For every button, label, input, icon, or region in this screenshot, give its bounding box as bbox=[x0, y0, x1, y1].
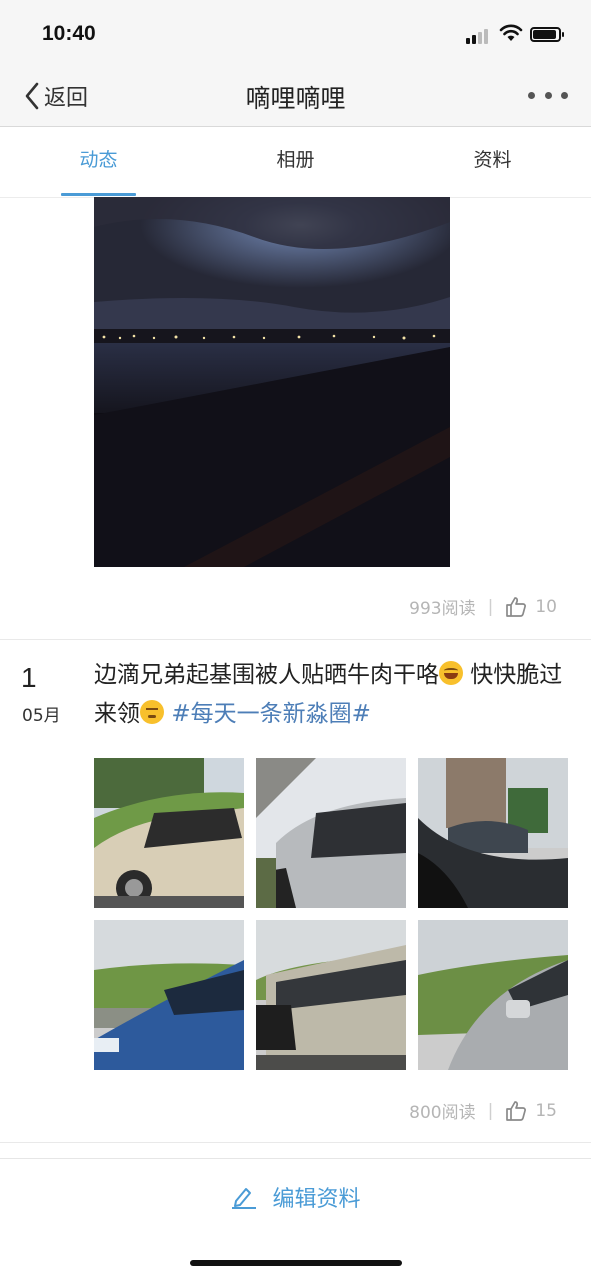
thinking-emoji-icon bbox=[140, 700, 164, 724]
wifi-icon bbox=[499, 24, 523, 41]
tab-profile[interactable]: 资料 bbox=[394, 127, 591, 197]
read-count: 800阅读 bbox=[409, 1103, 476, 1123]
status-time: 10:40 bbox=[42, 22, 96, 45]
thumbs-up-icon bbox=[506, 596, 527, 617]
edit-pencil-icon bbox=[232, 1188, 257, 1209]
like-count: 15 bbox=[535, 1100, 557, 1121]
post-photo-2[interactable] bbox=[256, 758, 406, 908]
read-count: 993阅读 bbox=[409, 599, 476, 619]
grinning-emoji-icon bbox=[439, 661, 463, 685]
post-photo-6[interactable] bbox=[418, 920, 568, 1070]
post-photo-5[interactable] bbox=[256, 920, 406, 1070]
post-photo-4[interactable] bbox=[94, 920, 244, 1070]
post-date-day: 1 bbox=[21, 662, 37, 693]
tab-bar: 动态 相册 资料 bbox=[0, 127, 591, 198]
post-photo-night-river[interactable] bbox=[94, 197, 450, 567]
stats-separator: | bbox=[487, 1100, 494, 1121]
home-indicator bbox=[190, 1260, 402, 1266]
post-divider bbox=[0, 639, 591, 640]
tab-feed[interactable]: 动态 bbox=[0, 127, 197, 197]
more-icon[interactable] bbox=[528, 88, 568, 102]
like-count: 10 bbox=[535, 596, 557, 617]
edit-profile-label: 编辑资料 bbox=[272, 1187, 361, 1212]
like-button[interactable]: 10 bbox=[505, 596, 557, 618]
post-text-part1: 边滴兄弟起基围被人贴晒牛肉干咯 bbox=[94, 662, 439, 688]
post-date-month: 05月 bbox=[22, 706, 61, 726]
tab-album[interactable]: 相册 bbox=[197, 127, 394, 197]
page-title: 嘀哩嘀哩 bbox=[245, 84, 346, 113]
status-bar: 10:40 bbox=[0, 0, 591, 66]
post-photo-3[interactable] bbox=[418, 758, 568, 908]
post-stats: 993阅读 | 10 bbox=[409, 594, 557, 620]
edit-profile-button[interactable]: 编辑资料 bbox=[0, 1159, 591, 1235]
battery-icon bbox=[530, 27, 564, 42]
post-photo-1[interactable] bbox=[94, 758, 244, 908]
post-hashtag[interactable]: #每天一条新淼圈# bbox=[171, 701, 371, 727]
stats-separator: | bbox=[487, 596, 494, 617]
post-stats: 800阅读 | 15 bbox=[409, 1098, 557, 1124]
post-divider bbox=[0, 1142, 591, 1143]
active-tab-indicator bbox=[61, 193, 136, 196]
bottom-bar: 编辑资料 bbox=[0, 1158, 591, 1235]
post-text: 边滴兄弟起基围被人贴晒牛肉干咯 快快脆过来领 #每天一条新淼圈# bbox=[94, 656, 564, 734]
nav-bar: 返回 嘀哩嘀哩 bbox=[0, 66, 591, 127]
thumbs-up-icon bbox=[506, 1100, 527, 1121]
signal-icon bbox=[466, 28, 492, 44]
like-button[interactable]: 15 bbox=[505, 1100, 557, 1122]
